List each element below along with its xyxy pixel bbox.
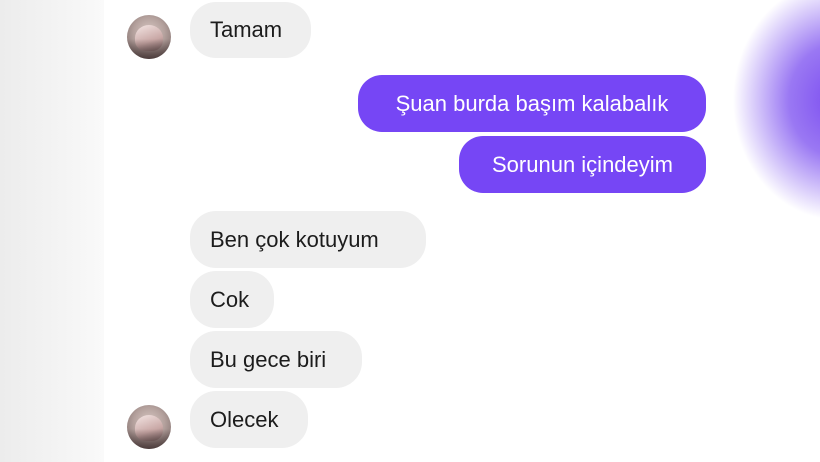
message-text: Olecek — [210, 406, 279, 432]
incoming-message-bubble[interactable]: Tamam — [190, 2, 311, 58]
message-text: Sorunun içindeyim — [492, 151, 673, 177]
avatar-photo-shade — [127, 39, 171, 59]
chat-thread[interactable]: Tamam Şuan burda başım kalabalık Sorunun… — [104, 0, 718, 462]
outgoing-message-bubble[interactable]: Sorunun içindeyim — [459, 136, 706, 193]
right-background-margin — [718, 0, 820, 462]
incoming-message-bubble[interactable]: Olecek — [190, 391, 308, 448]
incoming-message-bubble[interactable]: Bu gece biri — [190, 331, 362, 388]
message-text: Bu gece biri — [210, 346, 327, 372]
avatar-photo-shade — [127, 429, 171, 449]
message-text: Şuan burda başım kalabalık — [395, 90, 669, 116]
incoming-message-bubble[interactable]: Ben çok kotuyum — [190, 211, 426, 268]
message-text: Tamam — [210, 17, 283, 42]
left-background-margin — [0, 0, 104, 462]
contact-avatar[interactable] — [127, 15, 171, 59]
incoming-message-bubble[interactable]: Cok — [190, 271, 274, 328]
contact-avatar[interactable] — [127, 405, 171, 449]
outgoing-message-bubble[interactable]: Şuan burda başım kalabalık — [358, 75, 706, 132]
message-text: Ben çok kotuyum — [210, 226, 379, 252]
screenshot-frame: Tamam Şuan burda başım kalabalık Sorunun… — [0, 0, 820, 462]
message-text: Cok — [210, 286, 250, 312]
